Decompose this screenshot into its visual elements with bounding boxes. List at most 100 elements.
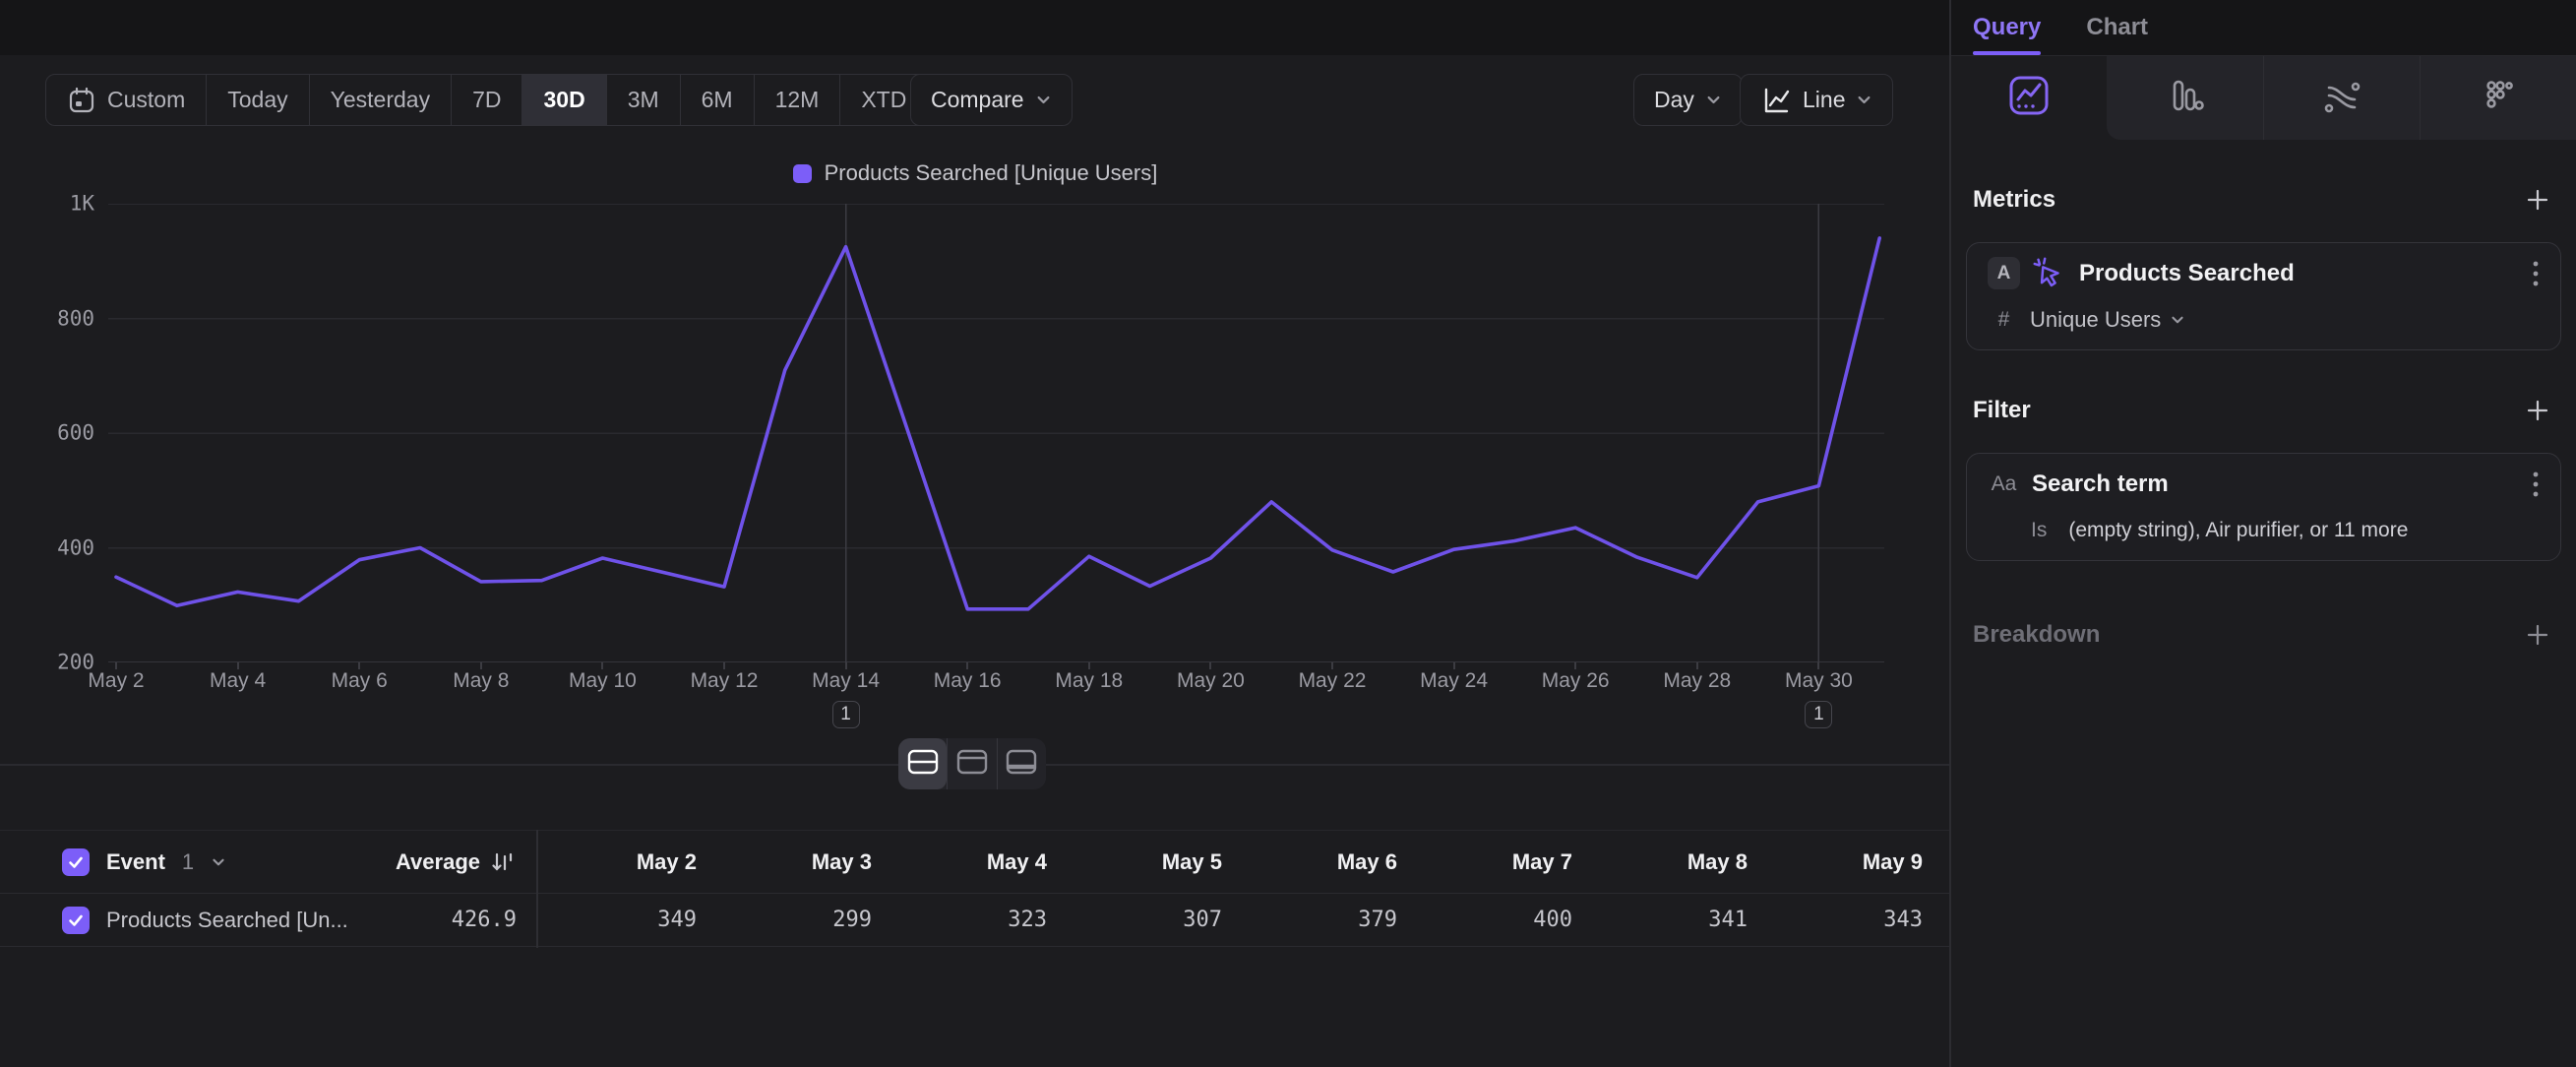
filter-value[interactable]: (empty string), Air purifier, or 11 more [2068, 519, 2408, 542]
x-tick-label: May 4 [210, 669, 266, 693]
x-tick-mark [358, 662, 360, 669]
range-12m-button[interactable]: 12M [754, 75, 840, 125]
date-column-header[interactable]: May 4 [872, 849, 1047, 875]
breakdown-section-header: Breakdown [1951, 618, 2576, 652]
x-tick-mark [480, 662, 482, 669]
tab-query[interactable]: Query [1973, 0, 2041, 55]
filter-property-name: Search term [2032, 471, 2169, 498]
range-3m-button[interactable]: 3M [606, 75, 680, 125]
x-tick-mark [601, 662, 603, 669]
table-header-row: Event 1 Average May 2May 3May 4May 5May … [0, 830, 1950, 894]
metrics-title: Metrics [1973, 186, 2055, 214]
y-tick-label: 400 [0, 535, 94, 559]
filter-operator[interactable]: Is [2031, 519, 2047, 542]
add-breakdown-button[interactable] [2525, 622, 2550, 648]
tab-query-label: Query [1973, 14, 2041, 41]
row-average-value: 426.9 [452, 908, 517, 932]
layout-split-button[interactable] [898, 738, 947, 789]
x-tick-label: May 20 [1177, 669, 1245, 693]
date-column-values: 349299323307379400341343 [537, 908, 1923, 932]
chart-type-metrics-tab[interactable] [2420, 56, 2576, 140]
granularity-button[interactable]: Day [1633, 74, 1743, 126]
chart-legend[interactable]: Products Searched [Unique Users] [0, 160, 1950, 186]
aggregation-selector[interactable]: Unique Users [2030, 307, 2161, 333]
filter-card[interactable]: Aa Search term Is (empty string), Air pu… [1966, 453, 2561, 561]
select-all-checkbox[interactable] [62, 848, 90, 876]
date-column-header[interactable]: May 7 [1397, 849, 1572, 875]
x-tick-label: May 22 [1299, 669, 1367, 693]
date-cell-value: 349 [537, 908, 697, 932]
bar-chart-icon [2162, 73, 2207, 123]
chart-style-button[interactable]: Line [1740, 74, 1893, 126]
range-6m-button[interactable]: 6M [680, 75, 754, 125]
range-yesterday-button[interactable]: Yesterday [309, 75, 451, 125]
x-tick-label: May 8 [453, 669, 509, 693]
chart-type-insights-tab[interactable] [1951, 56, 2107, 140]
range-custom-button[interactable]: Custom [46, 75, 206, 125]
x-tick-label: May 26 [1542, 669, 1610, 693]
row-event-name: Products Searched [Un... [106, 908, 348, 933]
date-cell-value: 323 [872, 908, 1047, 932]
date-column-header[interactable]: May 6 [1222, 849, 1397, 875]
date-column-header[interactable]: May 2 [537, 849, 697, 875]
chart-type-bar-tab[interactable] [2107, 56, 2262, 140]
date-column-header[interactable]: May 8 [1572, 849, 1748, 875]
line-chart-plot[interactable] [108, 204, 1884, 662]
x-tick-mark [1453, 662, 1455, 669]
x-tick-label: May 24 [1420, 669, 1488, 693]
x-tick-label: May 16 [934, 669, 1002, 693]
annotation-badge[interactable]: 1 [832, 701, 860, 728]
x-tick-mark [1574, 662, 1576, 669]
row-checkbox[interactable] [62, 907, 90, 934]
table-row[interactable]: Products Searched [Un... 426.9 349299323… [0, 894, 1950, 947]
chart-type-tabs [1951, 55, 2576, 140]
x-tick-mark [723, 662, 725, 669]
chevron-down-icon[interactable] [2170, 312, 2185, 328]
range-30d-button[interactable]: 30D [521, 75, 605, 125]
calendar-icon [67, 86, 96, 115]
date-range-selector: CustomTodayYesterday7D30D3M6M12MXTD [45, 74, 955, 126]
metric-event-name: Products Searched [2079, 260, 2295, 287]
x-tick-label: May 6 [332, 669, 388, 693]
layout-table-button[interactable] [997, 738, 1046, 789]
tab-chart-label: Chart [2086, 14, 2148, 41]
chevron-down-icon[interactable] [211, 854, 226, 870]
query-sidebar: Query Chart [1951, 0, 2576, 1067]
date-cell-value: 299 [697, 908, 872, 932]
event-count: 1 [182, 849, 194, 875]
table-column-divider [536, 830, 538, 948]
chevron-down-icon [1705, 92, 1722, 108]
add-filter-button[interactable] [2525, 398, 2550, 423]
x-tick-mark [1817, 662, 1819, 669]
tab-chart[interactable]: Chart [2086, 0, 2148, 55]
date-column-header[interactable]: May 9 [1748, 849, 1923, 875]
compare-button[interactable]: Compare [910, 74, 1073, 126]
y-axis-labels: 1K800600400200 [0, 204, 94, 662]
date-column-header[interactable]: May 5 [1047, 849, 1222, 875]
add-metric-button[interactable] [2525, 187, 2550, 213]
date-column-header[interactable]: May 3 [697, 849, 872, 875]
date-cell-value: 400 [1397, 908, 1572, 932]
range-7d-button[interactable]: 7D [451, 75, 521, 125]
x-tick-mark [966, 662, 968, 669]
legend-swatch [793, 164, 812, 183]
metrics-section-header: Metrics [1951, 183, 2576, 217]
metric-card[interactable]: A Products Searched # Unique Users [1966, 242, 2561, 350]
chart-type-flow-tab[interactable] [2263, 56, 2420, 140]
annotation-badge[interactable]: 1 [1805, 701, 1832, 728]
split-view-icon [906, 748, 940, 781]
kebab-menu-icon[interactable] [2532, 470, 2540, 499]
date-cell-value: 307 [1047, 908, 1222, 932]
layout-chart-button[interactable] [947, 738, 996, 789]
range-today-button[interactable]: Today [206, 75, 308, 125]
y-tick-label: 600 [0, 421, 94, 445]
x-axis-labels: May 2May 4May 6May 8May 10May 12May 14Ma… [108, 669, 1884, 699]
sort-descending-icon[interactable] [489, 849, 517, 875]
insights-line-icon [2006, 73, 2052, 123]
kebab-menu-icon[interactable] [2532, 259, 2540, 288]
x-tick-label: May 18 [1055, 669, 1123, 693]
event-column-label: Event [106, 849, 165, 875]
date-cell-value: 343 [1748, 908, 1923, 932]
x-tick-label: May 28 [1663, 669, 1731, 693]
filter-title: Filter [1973, 397, 2031, 424]
